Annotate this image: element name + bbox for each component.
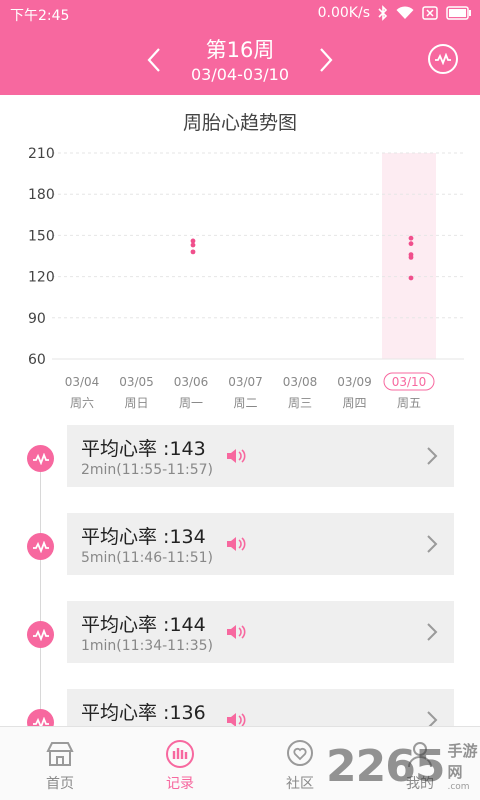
y-tick-label: 180 [28, 187, 55, 203]
nav-community[interactable]: 社区 [240, 727, 360, 800]
status-icons: 0.00K/s [318, 5, 472, 21]
chevron-right-icon [427, 447, 438, 465]
list-item: 平均心率 :143 2min(11:55-11:57) [0, 425, 480, 489]
x-tick-date: 03/10 [392, 375, 427, 389]
record-duration: 1min(11:34-11:35) [81, 638, 213, 654]
average-heart-rate: 平均心率 :134 [81, 526, 206, 548]
battery-icon [446, 6, 471, 20]
bottom-navigation: 首页 记录 社区 我的 [0, 726, 480, 800]
heartbeat-wave-icon [27, 533, 54, 560]
record-card[interactable]: 平均心率 :134 5min(11:46-11:51) [67, 513, 454, 575]
user-icon [408, 742, 432, 768]
y-tick-label: 210 [28, 146, 55, 162]
nav-mine-label: 我的 [406, 776, 434, 792]
week-range: 03/04-03/10 [191, 65, 289, 84]
record-duration: 5min(11:46-11:51) [81, 550, 213, 566]
nav-records-label: 记录 [166, 776, 194, 792]
record-duration: 2min(11:55-11:57) [81, 462, 213, 478]
speaker-icon[interactable] [225, 447, 247, 465]
list-item: 平均心率 :134 5min(11:46-11:51) [0, 513, 480, 577]
x-tick-weekday: 周四 [342, 396, 366, 410]
chevron-right-icon [427, 535, 438, 553]
heartbeat-wave-icon [27, 445, 54, 472]
data-point [190, 238, 196, 244]
x-tick-weekday: 周六 [70, 396, 94, 410]
y-tick-label: 120 [28, 270, 55, 286]
average-heart-rate: 平均心率 :136 [81, 702, 206, 724]
data-point [190, 242, 196, 248]
x-tick-date: 03/06 [174, 375, 209, 389]
speaker-icon[interactable] [225, 623, 247, 641]
x-tick-weekday: 周三 [288, 396, 312, 410]
data-point [408, 275, 414, 281]
y-tick-label: 90 [28, 311, 46, 327]
x-tick-date: 03/07 [228, 375, 263, 389]
speaker-icon[interactable] [225, 535, 247, 553]
list-item: 平均心率 :144 1min(11:34-11:35) [0, 601, 480, 665]
heartbeat-wave-icon [435, 53, 451, 65]
chevron-right-icon [320, 48, 333, 72]
week-title: 第16周 [205, 38, 275, 62]
data-point [408, 235, 414, 241]
status-time: 下午2:45 [10, 8, 70, 24]
heartbeat-wave-icon [27, 621, 54, 648]
heart-rate-trend-chart: 60 90 120 150 180 210 03/04 周六 03/05 周日 03/06 周一 03/… [28, 146, 464, 410]
x-tick-weekday: 周一 [179, 396, 203, 410]
wifi-icon [396, 6, 414, 19]
x-tick-weekday: 周二 [233, 396, 257, 410]
chart-title: 周胎心趋势图 [182, 112, 297, 134]
selected-day-highlight [382, 153, 436, 359]
next-week-button[interactable] [312, 44, 340, 76]
average-heart-rate: 平均心率 :143 [81, 438, 206, 460]
data-point [190, 249, 196, 255]
nav-home[interactable]: 首页 [0, 727, 120, 800]
chat-heart-icon [287, 740, 313, 766]
data-point [408, 254, 414, 260]
average-heart-rate: 平均心率 :144 [81, 614, 206, 636]
records-icon [166, 740, 194, 768]
trend-button[interactable] [428, 44, 458, 74]
network-speed: 0.00K/s [317, 5, 370, 21]
header: 下午2:45 0.00K/s 第16周 03/04-03/10 [0, 0, 480, 95]
y-tick-label: 60 [28, 352, 46, 368]
x-tick-date: 03/05 [119, 375, 154, 389]
sim-blocked-icon [422, 6, 438, 20]
nav-home-label: 首页 [46, 776, 74, 792]
record-card[interactable]: 平均心率 :143 2min(11:55-11:57) [67, 425, 454, 487]
x-tick-date: 03/08 [283, 375, 318, 389]
y-tick-label: 150 [28, 228, 55, 244]
nav-records[interactable]: 记录 [120, 727, 240, 800]
bluetooth-icon [378, 5, 388, 21]
nav-community-label: 社区 [286, 776, 314, 792]
x-tick-weekday: 周五 [397, 396, 421, 410]
chevron-right-icon [427, 623, 438, 641]
x-tick-date: 03/09 [337, 375, 372, 389]
x-tick-weekday: 周日 [124, 396, 148, 410]
store-icon [46, 742, 74, 766]
status-bar: 下午2:45 0.00K/s [0, 0, 480, 28]
record-card[interactable]: 平均心率 :144 1min(11:34-11:35) [67, 601, 454, 663]
x-tick-date: 03/04 [65, 375, 100, 389]
data-point [408, 241, 414, 247]
nav-mine[interactable]: 我的 [360, 727, 480, 800]
